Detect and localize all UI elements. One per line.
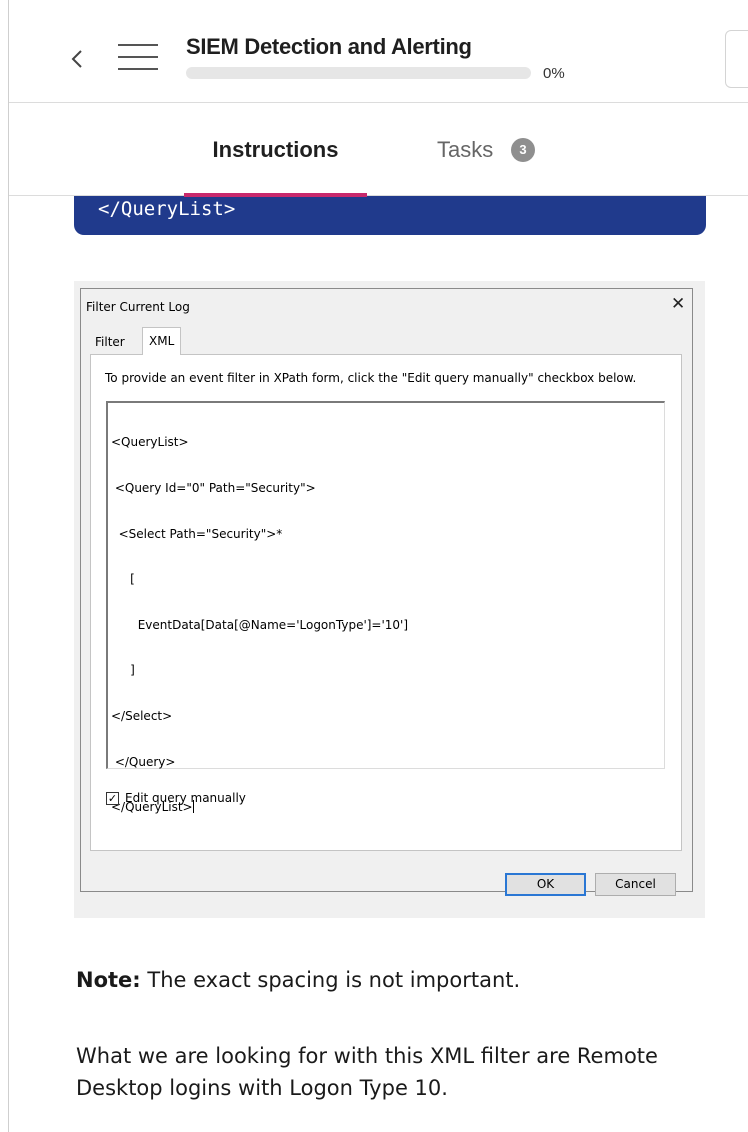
tab-instructions-label: Instructions [212,137,339,162]
code-line: </QueryList> [98,198,236,220]
tab-tasks[interactable]: Tasks 3 [437,104,557,196]
close-icon[interactable]: ✕ [671,294,685,314]
dialog-tab-xml[interactable]: XML [142,327,182,355]
xml-line: <Query Id="0" Path="Security"> [111,481,316,496]
tab-tasks-label: Tasks [437,137,494,162]
xml-line: </Query> [111,754,176,769]
note-text: Note: The exact spacing is not important… [76,968,520,992]
ok-button[interactable]: OK [505,873,586,896]
screenshot-figure: Filter Current Log ✕ Filter XML To provi… [74,281,705,918]
tab-bar: Instructions Tasks 3 [9,104,748,197]
cancel-button[interactable]: Cancel [595,873,676,896]
paragraph: What we are looking for with this XML fi… [76,1044,658,1100]
note-body: The exact spacing is not important. [140,968,521,992]
xml-line: ] [111,663,135,678]
checkbox-checked-icon[interactable]: ✓ [106,792,119,805]
header-right-control[interactable] [725,30,748,88]
checkbox-label: Edit query manually [125,791,246,805]
xml-query-editor[interactable]: <QueryList> <Query Id="0" Path="Security… [106,401,665,814]
filter-dialog: Filter Current Log ✕ Filter XML To provi… [80,288,693,896]
tasks-count-badge: 3 [511,138,535,162]
dialog-hint: To provide an event filter in XPath form… [105,371,637,385]
xml-line: <QueryList> [111,435,189,450]
tab-instructions[interactable]: Instructions [184,104,367,197]
xml-line: [ [111,572,135,587]
xml-line: EventData[Data[@Name='LogonType']='10'] [111,617,409,632]
active-tab-indicator [184,193,367,197]
progress-percent: 0% [543,65,565,82]
course-title: SIEM Detection and Alerting [186,34,472,59]
xml-line: <Select Path="Security">* [111,526,283,541]
hamburger-menu-icon[interactable] [118,40,158,74]
dialog-title: Filter Current Log [86,300,190,314]
note-label: Note: [76,968,141,992]
chevron-left-icon[interactable] [69,45,85,73]
dialog-tab-filter[interactable]: Filter [89,330,131,354]
app-header: SIEM Detection and Alerting 0% [9,0,748,103]
page: SIEM Detection and Alerting 0% Instructi… [0,0,748,1132]
xml-line: </Select> [111,709,173,724]
progress-bar [186,67,531,79]
